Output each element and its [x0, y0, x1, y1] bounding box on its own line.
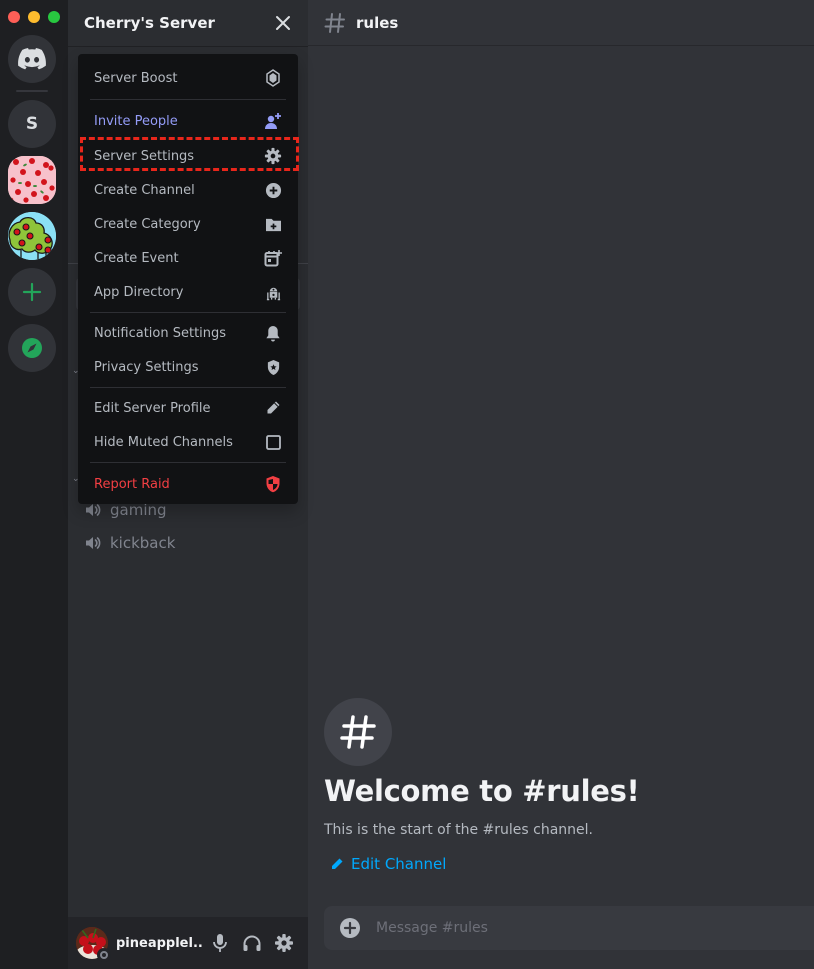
add-server-button[interactable]: [8, 268, 56, 316]
avatar[interactable]: [76, 927, 111, 962]
pencil-icon: [332, 858, 343, 869]
menu-divider: [90, 99, 286, 100]
hash-icon: [324, 12, 345, 33]
server-name: Cherry's Server: [84, 14, 215, 32]
user-settings-button[interactable]: [268, 927, 300, 959]
menu-item-label: Server Boost: [94, 70, 178, 86]
plus-icon: [22, 282, 42, 302]
username[interactable]: pineapplel...: [116, 936, 204, 951]
menu-item-server-boost[interactable]: Server Boost: [86, 60, 290, 96]
cherry-tree-icon: [8, 212, 56, 260]
welcome-subtitle: This is the start of the #rules channel.: [324, 822, 594, 838]
discord-logo-icon: [18, 48, 46, 70]
calendar-plus-icon: [264, 249, 282, 267]
menu-item-create-event[interactable]: Create Event: [86, 241, 290, 275]
hash-icon: [340, 715, 376, 749]
window-minimize-button[interactable]: [28, 11, 40, 23]
pencil-icon: [264, 399, 282, 417]
folder-plus-icon: [264, 215, 282, 233]
compass-icon: [22, 338, 42, 358]
close-icon[interactable]: [274, 14, 292, 32]
edit-channel-link[interactable]: Edit Channel: [330, 855, 446, 873]
menu-item-label: Create Category: [94, 216, 201, 232]
menu-item-hide-muted-channels[interactable]: Hide Muted Channels: [86, 425, 290, 459]
menu-item-label: Notification Settings: [94, 325, 227, 341]
menu-item-label: Invite People: [94, 113, 178, 129]
menu-item-edit-server-profile[interactable]: Edit Server Profile: [86, 391, 290, 425]
server-header[interactable]: Cherry's Server: [68, 0, 308, 46]
shield-star-icon: [264, 358, 282, 376]
menu-item-label: Create Channel: [94, 182, 195, 198]
menu-item-invite-people[interactable]: Invite People: [86, 103, 290, 139]
menu-item-label: Privacy Settings: [94, 359, 199, 375]
add-person-icon: [264, 112, 282, 130]
rail-divider: [16, 90, 48, 92]
menu-item-notification-settings[interactable]: Notification Settings: [86, 316, 290, 350]
gear-icon: [275, 934, 293, 952]
server-icon-s[interactable]: S: [8, 100, 56, 148]
menu-item-server-settings[interactable]: Server Settings: [86, 139, 290, 173]
channel-title: rules: [356, 13, 399, 32]
mute-button[interactable]: [204, 927, 236, 959]
chat-area: rules Welcome to #rules! This is the sta…: [308, 0, 814, 969]
menu-divider: [90, 387, 286, 388]
cherries-pattern-icon: [8, 156, 56, 204]
explore-servers-button[interactable]: [8, 324, 56, 372]
menu-item-label: Hide Muted Channels: [94, 434, 233, 450]
bell-icon: [264, 324, 282, 342]
message-input[interactable]: [376, 920, 776, 936]
menu-item-label: Server Settings: [94, 148, 195, 164]
menu-item-create-category[interactable]: Create Category: [86, 207, 290, 241]
server-initial: S: [25, 114, 39, 134]
server-rail: S: [0, 0, 68, 969]
boost-gem-icon: [264, 69, 282, 87]
robot-icon: [264, 283, 282, 301]
menu-item-label: Create Event: [94, 250, 179, 266]
user-panel: pineapplel...: [68, 917, 308, 969]
welcome-hash-badge: [324, 698, 392, 766]
edit-channel-label: Edit Channel: [351, 855, 447, 873]
channel-kickback[interactable]: kickback: [76, 527, 300, 559]
menu-item-create-channel[interactable]: Create Channel: [86, 173, 290, 207]
channel-name: kickback: [110, 534, 176, 552]
menu-item-label: App Directory: [94, 284, 184, 300]
menu-divider: [90, 312, 286, 313]
channel-header: rules: [308, 0, 814, 46]
shield-alert-icon: [264, 475, 282, 493]
status-offline-icon: [97, 948, 111, 962]
deafen-button[interactable]: [236, 927, 268, 959]
headphones-icon: [243, 935, 261, 951]
server-icon-tree[interactable]: [8, 212, 56, 260]
welcome-title: Welcome to #rules!: [324, 774, 640, 808]
home-button[interactable]: [8, 35, 56, 83]
window-close-button[interactable]: [8, 11, 20, 23]
message-composer: [324, 906, 814, 950]
microphone-icon: [213, 934, 227, 952]
window-zoom-button[interactable]: [48, 11, 60, 23]
menu-item-app-directory[interactable]: App Directory: [86, 275, 290, 309]
plus-circle-icon[interactable]: [340, 918, 360, 938]
checkbox-icon[interactable]: [264, 433, 282, 451]
server-dropdown-menu: Server Boost Invite People Server Settin…: [78, 54, 298, 504]
menu-item-label: Report Raid: [94, 476, 170, 492]
plus-circle-icon: [264, 181, 282, 199]
menu-divider: [90, 462, 286, 463]
gear-icon: [264, 147, 282, 165]
menu-item-label: Edit Server Profile: [94, 400, 211, 416]
menu-item-report-raid[interactable]: Report Raid: [86, 466, 290, 502]
menu-item-privacy-settings[interactable]: Privacy Settings: [86, 350, 290, 384]
server-icon-cherry[interactable]: [8, 156, 56, 204]
speaker-icon: [86, 537, 101, 549]
